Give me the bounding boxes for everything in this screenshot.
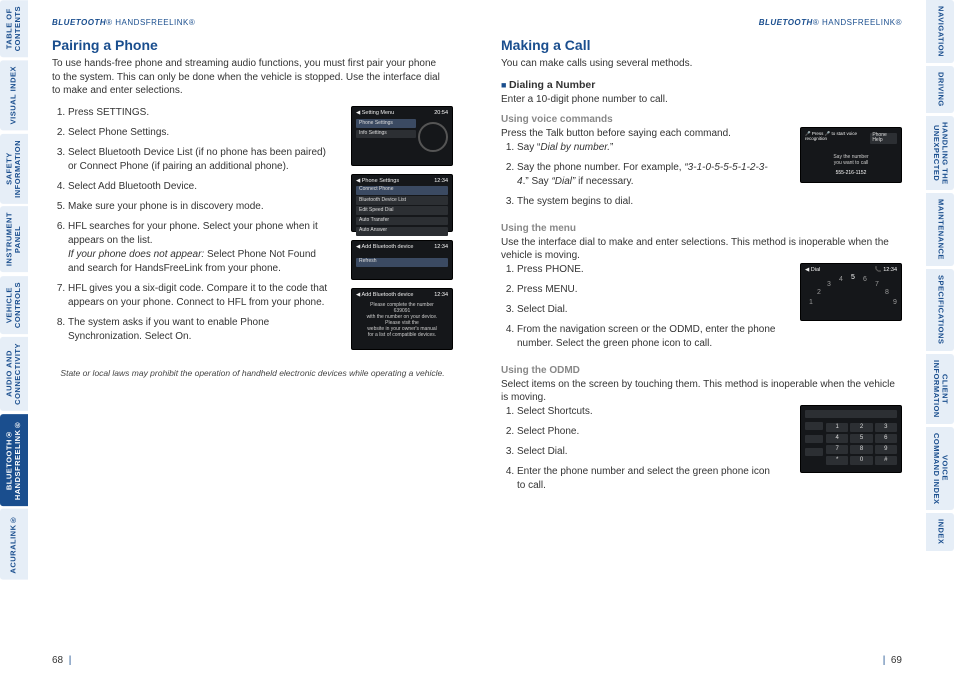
step-5: Make sure your phone is in discovery mod… — [68, 200, 328, 214]
step-7: HFL gives you a six-digit code. Compare … — [68, 282, 328, 310]
step-8: The system asks if you want to enable Ph… — [68, 316, 328, 344]
section-title-pairing: Pairing a Phone — [52, 37, 453, 53]
running-head-left: BLUETOOTH® HANDSFREELINK® — [52, 18, 453, 27]
tab-index[interactable]: INDEX — [926, 513, 954, 550]
page-number-right: | 69 — [883, 655, 902, 666]
page-left: BLUETOOTH® HANDSFREELINK® Pairing a Phon… — [28, 0, 477, 680]
right-tab-strip: NAVIGATION DRIVING HANDLING THE UNEXPECT… — [926, 0, 954, 680]
page-right: BLUETOOTH® HANDSFREELINK® Making a Call … — [477, 0, 926, 680]
tab-safety-info[interactable]: SAFETY INFORMATION — [0, 134, 28, 204]
odmd-step-4: Enter the phone number and select the gr… — [517, 465, 777, 493]
step-6: HFL searches for your phone. Select your… — [68, 220, 328, 276]
method-voice-commands: Using voice commands — [501, 114, 902, 125]
screenshot-odmd-keypad: 123 456 789 *0# — [800, 405, 902, 473]
method-odmd: Using the ODMD — [501, 365, 902, 376]
screenshot-add-bt-refresh: ◀ Add Bluetooth device12:34 Refresh — [351, 240, 453, 280]
tab-bluetooth-hfl[interactable]: BLUETOOTH® HANDSFREELINK® — [0, 414, 28, 506]
menu-lead: Use the interface dial to make and enter… — [501, 236, 902, 263]
odmd-steps: Select Shortcuts. Select Phone. Select D… — [501, 405, 790, 493]
left-tab-strip: TABLE OF CONTENTS VISUAL INDEX SAFETY IN… — [0, 0, 28, 680]
method-menu: Using the menu — [501, 223, 902, 234]
voice-lead: Press the Talk button before saying each… — [501, 127, 790, 141]
page-number-left: 68 | — [52, 655, 71, 666]
step-2: Select Phone Settings. — [68, 126, 328, 140]
tab-toc[interactable]: TABLE OF CONTENTS — [0, 0, 28, 57]
making-call-intro: You can make calls using several methods… — [501, 57, 902, 71]
section-title-making-call: Making a Call — [501, 37, 902, 53]
voice-step-1: Say “Dial by number.” — [517, 141, 777, 155]
tab-instrument-panel[interactable]: INSTRUMENT PANEL — [0, 206, 28, 272]
running-head-right: BLUETOOTH® HANDSFREELINK® — [501, 18, 902, 27]
screenshot-dial-arc: ◀ Dial📞 12:34 1 2 3 4 5 6 7 8 9 — [800, 263, 902, 321]
tab-handling-unexpected[interactable]: HANDLING THE UNEXPECTED — [926, 116, 954, 191]
tab-specifications[interactable]: SPECIFICATIONS — [926, 269, 954, 350]
menu-step-3: Select Dial. — [517, 303, 777, 317]
legal-disclaimer: State or local laws may prohibit the ope… — [52, 368, 453, 378]
odmd-step-1: Select Shortcuts. — [517, 405, 777, 419]
pairing-intro: To use hands-free phone and streaming au… — [52, 57, 442, 98]
tab-client-info[interactable]: CLIENT INFORMATION — [926, 354, 954, 424]
menu-step-1: Press PHONE. — [517, 263, 777, 277]
tab-maintenance[interactable]: MAINTENANCE — [926, 193, 954, 266]
odmd-step-3: Select Dial. — [517, 445, 777, 459]
tab-voice-command-index[interactable]: VOICE COMMAND INDEX — [926, 427, 954, 511]
tab-navigation[interactable]: NAVIGATION — [926, 0, 954, 63]
screenshot-add-bt-code: ◀ Add Bluetooth device12:34 Please compl… — [351, 288, 453, 350]
odmd-step-2: Select Phone. — [517, 425, 777, 439]
screenshot-phone-settings: ◀ Phone Settings12:34 Connect Phone Blue… — [351, 174, 453, 232]
screenshot-settings-menu: ◀ Setting Menu20:54 Phone Settings Info … — [351, 106, 453, 166]
step-3: Select Bluetooth Device List (if no phon… — [68, 146, 328, 174]
voice-step-3: The system begins to dial. — [517, 195, 777, 209]
odmd-lead: Select items on the screen by touching t… — [501, 378, 902, 405]
step-4: Select Add Bluetooth Device. — [68, 180, 328, 194]
tab-acuralink[interactable]: ACURALINK® — [0, 509, 28, 580]
menu-step-2: Press MENU. — [517, 283, 777, 297]
pairing-steps: Press SETTINGS. Select Phone Settings. S… — [52, 106, 341, 344]
subhead-dialing-number: Dialing a Number — [501, 79, 902, 91]
tab-audio-connectivity[interactable]: AUDIO AND CONNECTIVITY — [0, 337, 28, 411]
voice-steps: Say “Dial by number.” Say the phone numb… — [501, 141, 790, 209]
menu-steps: Press PHONE. Press MENU. Select Dial. Fr… — [501, 263, 790, 351]
screenshot-voice-dial: 🎤 Press 🎤 to start voice recognitionPhon… — [800, 127, 902, 183]
tab-driving[interactable]: DRIVING — [926, 66, 954, 113]
step-1: Press SETTINGS. — [68, 106, 328, 120]
tab-visual-index[interactable]: VISUAL INDEX — [0, 60, 28, 130]
menu-step-4: From the navigation screen or the ODMD, … — [517, 323, 777, 351]
voice-step-2: Say the phone number. For example, “3-1-… — [517, 161, 777, 189]
dialing-number-text: Enter a 10-digit phone number to call. — [501, 93, 902, 107]
tab-vehicle-controls[interactable]: VEHICLE CONTROLS — [0, 276, 28, 334]
